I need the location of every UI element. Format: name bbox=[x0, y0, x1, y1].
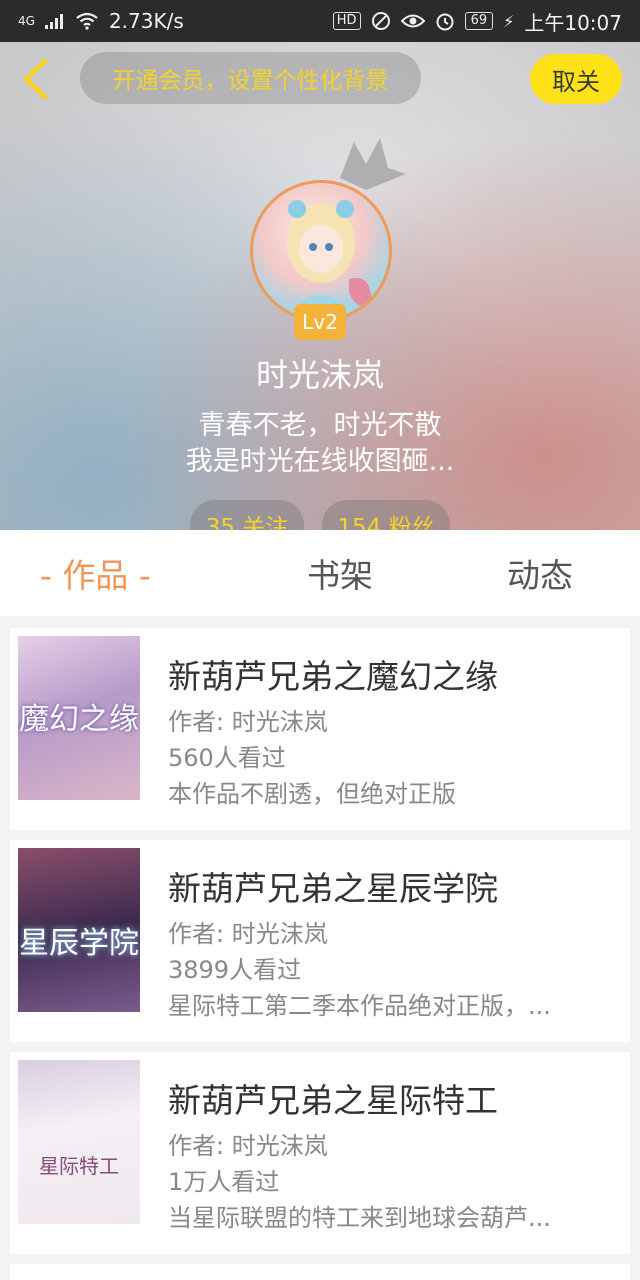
status-bar: 4G 2.73K/s HD 69 ⚡ 上午10:07 bbox=[0, 0, 640, 42]
cover-title: 星际特工 bbox=[39, 1154, 119, 1178]
charging-icon: ⚡ bbox=[503, 11, 515, 31]
avatar[interactable] bbox=[250, 180, 392, 322]
book-cover[interactable]: 魔幻之缘 bbox=[18, 636, 140, 800]
work-author: 作者: 时光沫岚 bbox=[168, 708, 328, 736]
tab-bookshelf[interactable]: 书架 bbox=[240, 549, 440, 597]
cover-title: 魔幻之缘 bbox=[19, 702, 139, 737]
profile-tabs: - 作品 - 书架 动态 bbox=[0, 530, 640, 616]
work-title: 新葫芦兄弟之星辰学院 bbox=[168, 869, 498, 908]
work-views: 1万人看过 bbox=[168, 1168, 280, 1196]
tab-activity[interactable]: 动态 bbox=[440, 549, 640, 597]
work-description: 当星际联盟的特工来到地球会葫芦... bbox=[168, 1204, 551, 1232]
mute-icon bbox=[371, 12, 390, 30]
battery-indicator: 69 bbox=[464, 12, 494, 30]
hd-badge: HD bbox=[332, 12, 361, 30]
clock: 上午10:07 bbox=[524, 10, 622, 35]
network-speed: 2.73K/s bbox=[108, 9, 184, 33]
username: 时光沫岚 bbox=[255, 356, 384, 394]
bio-line-2: 我是时光在线收图砸... bbox=[185, 446, 455, 477]
work-author: 作者: 时光沫岚 bbox=[168, 920, 328, 948]
unfollow-button[interactable]: 取关 bbox=[530, 54, 622, 104]
list-item[interactable]: 星辰学院 新葫芦兄弟之星辰学院 作者: 时光沫岚 3899人看过 星际特工第二季… bbox=[10, 840, 630, 1042]
work-description: 本作品不剧透，但绝对正版 bbox=[168, 780, 456, 808]
list-item[interactable]: 星际特工 新葫芦兄弟之星际特工 作者: 时光沫岚 1万人看过 当星际联盟的特工来… bbox=[10, 1052, 630, 1254]
alarm-icon bbox=[436, 13, 454, 31]
list-item[interactable]: 魔幻之缘 新葫芦兄弟之魔幻之缘 作者: 时光沫岚 560人看过 本作品不剧透，但… bbox=[10, 628, 630, 830]
wifi-icon bbox=[76, 12, 98, 30]
profile-header: 开通会员，设置个性化背景 取关 Lv2 时光沫岚 青春不老，时光不散 我是时光在… bbox=[0, 42, 640, 530]
back-button[interactable] bbox=[14, 56, 56, 102]
eye-icon bbox=[400, 14, 425, 28]
following-count-button[interactable]: 35 关注 bbox=[190, 500, 304, 530]
works-list: 魔幻之缘 新葫芦兄弟之魔幻之缘 作者: 时光沫岚 560人看过 本作品不剧透，但… bbox=[10, 628, 630, 1264]
cover-title: 星辰学院 bbox=[19, 926, 139, 961]
book-cover[interactable]: 星际特工 bbox=[18, 1060, 140, 1224]
network-type: 4G bbox=[18, 14, 35, 28]
bio: 青春不老，时光不散 我是时光在线收图砸... bbox=[0, 408, 640, 480]
work-description: 星际特工第二季本作品绝对正版，... bbox=[168, 992, 551, 1020]
work-title: 新葫芦兄弟之星际特工 bbox=[168, 1081, 498, 1120]
work-views: 560人看过 bbox=[168, 744, 286, 772]
work-views: 3899人看过 bbox=[168, 956, 302, 984]
signal-icon bbox=[44, 14, 63, 29]
level-badge: Lv2 bbox=[294, 304, 346, 340]
followers-count-button[interactable]: 154 粉丝 bbox=[322, 500, 450, 530]
bio-line-1: 青春不老，时光不散 bbox=[198, 410, 442, 441]
work-author: 作者: 时光沫岚 bbox=[168, 1132, 328, 1160]
book-cover[interactable]: 星辰学院 bbox=[18, 848, 140, 1012]
chevron-left-icon bbox=[23, 58, 48, 100]
tab-works[interactable]: - 作品 - bbox=[0, 549, 240, 597]
avatar-illustration bbox=[283, 200, 372, 319]
vip-background-button[interactable]: 开通会员，设置个性化背景 bbox=[80, 52, 421, 104]
list-item-partial[interactable] bbox=[10, 1264, 630, 1280]
work-title: 新葫芦兄弟之魔幻之缘 bbox=[168, 657, 498, 696]
